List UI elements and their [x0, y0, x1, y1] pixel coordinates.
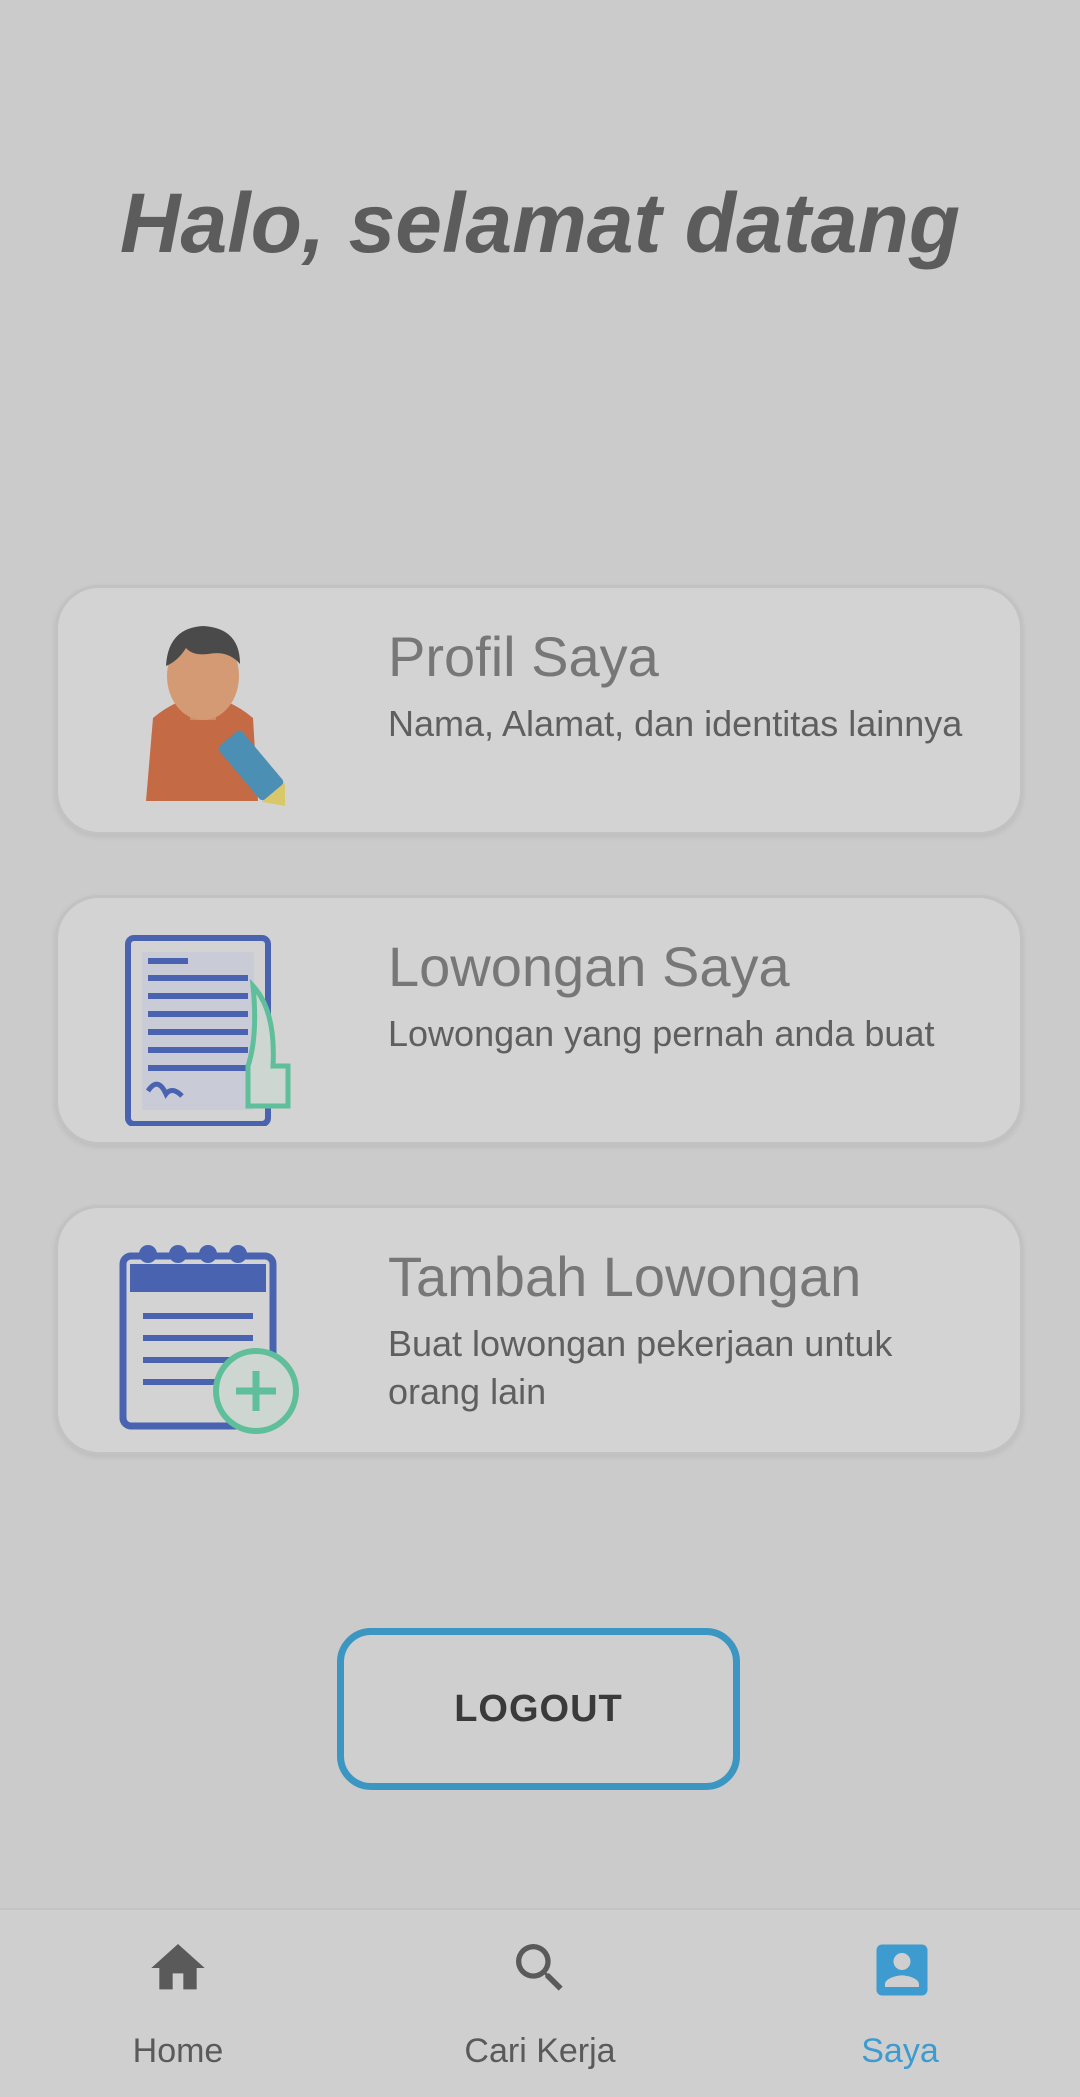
greeting-title: Halo, selamat datang: [119, 176, 961, 270]
menu-card-tambah-lowongan[interactable]: Tambah Lowongan Buat lowongan pekerjaan …: [55, 1205, 1023, 1455]
logout-button[interactable]: LOGOUT: [337, 1628, 740, 1790]
menu-card-title: Tambah Lowongan: [388, 1245, 862, 1308]
notepad-add-icon: [119, 1245, 299, 1434]
document-sign-icon: [125, 935, 291, 1126]
bottom-navigation: Home Cari Kerja Saya: [0, 1908, 1080, 2097]
nav-item-label: Home: [132, 2032, 224, 2070]
search-icon: [516, 1944, 563, 1991]
menu-card-description: Lowongan yang pernah anda buat: [388, 1013, 935, 1054]
home-icon: [151, 1944, 205, 1990]
profile-edit-icon: [146, 626, 286, 806]
menu-card-description: Nama, Alamat, dan identitas lainnya: [388, 703, 963, 744]
menu-card-title: Profil Saya: [388, 625, 659, 688]
menu-card-title: Lowongan Saya: [388, 935, 790, 998]
menu-card-lowongan-saya[interactable]: Lowongan Saya Lowongan yang pernah anda …: [55, 895, 1023, 1145]
menu-card-profil-saya[interactable]: Profil Saya Nama, Alamat, dan identitas …: [55, 585, 1023, 835]
account-box-icon: [876, 1944, 928, 1996]
nav-item-saya[interactable]: Saya: [790, 1910, 1010, 2097]
nav-item-label: Saya: [861, 2032, 939, 2070]
nav-item-label: Cari Kerja: [464, 2032, 616, 2070]
nav-item-home[interactable]: Home: [68, 1910, 288, 2097]
nav-item-cari-kerja[interactable]: Cari Kerja: [430, 1910, 650, 2097]
menu-card-description: Buat lowongan pekerjaan untuk orang lain: [388, 1323, 893, 1412]
